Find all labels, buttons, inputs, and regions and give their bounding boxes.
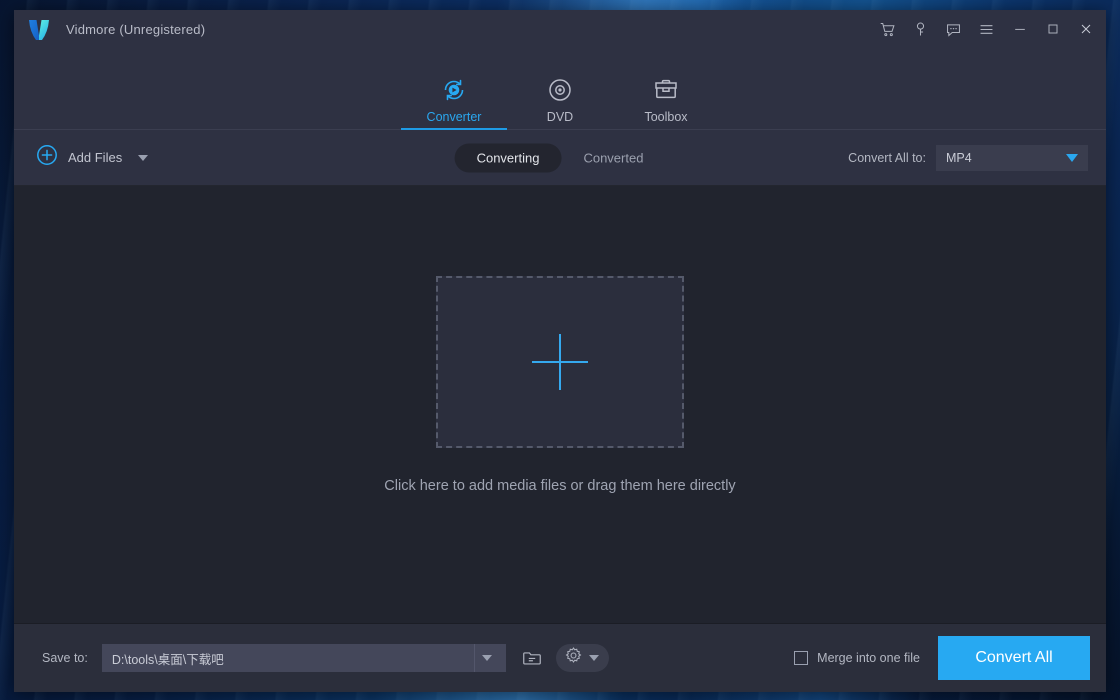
- close-icon[interactable]: [1069, 10, 1102, 48]
- caret-down-icon: [482, 655, 493, 661]
- output-settings-button[interactable]: [555, 644, 609, 672]
- main-content: Click here to add media files or drag th…: [14, 186, 1106, 623]
- segment-converted[interactable]: Converted: [561, 143, 665, 172]
- output-format-select[interactable]: MP4: [936, 144, 1088, 171]
- toolbox-icon: [652, 76, 680, 104]
- key-icon[interactable]: [904, 10, 937, 48]
- tab-dvd[interactable]: DVD: [507, 76, 613, 130]
- title-bar: Vidmore (Unregistered): [14, 10, 1106, 48]
- tab-toolbox[interactable]: Toolbox: [613, 76, 719, 130]
- save-to-label: Save to:: [42, 651, 88, 665]
- converter-icon: [440, 76, 468, 104]
- vidmore-v-logo-icon: [26, 16, 52, 42]
- caret-down-icon: [588, 655, 599, 661]
- tab-dvd-label: DVD: [546, 110, 574, 124]
- application-window: Vidmore (Unregistered) Converter DVD Too…: [14, 10, 1106, 692]
- dropzone-hint-text: Click here to add media files or drag th…: [384, 477, 736, 494]
- tab-converter-label: Converter: [426, 110, 482, 124]
- gear-icon: [564, 646, 583, 670]
- caret-down-icon: [1066, 153, 1078, 162]
- plus-icon: [532, 334, 588, 390]
- maximize-icon[interactable]: [1036, 10, 1069, 48]
- cart-icon[interactable]: [871, 10, 904, 48]
- save-path-value: D:\tools\桌面\下载吧: [111, 652, 224, 667]
- save-path-dropdown-button[interactable]: [473, 644, 500, 672]
- main-navigation: Converter DVD Toolbox: [14, 48, 1106, 130]
- dvd-disc-icon: [546, 76, 574, 104]
- tab-toolbox-label: Toolbox: [644, 110, 688, 124]
- app-title: Vidmore (Unregistered): [66, 21, 206, 37]
- nav-tab-list: Converter DVD Toolbox: [401, 76, 719, 130]
- add-media-dropzone[interactable]: [436, 275, 684, 448]
- menu-icon[interactable]: [970, 10, 1003, 48]
- minimize-icon[interactable]: [1003, 10, 1036, 48]
- chevron-down-icon[interactable]: [138, 154, 149, 161]
- merge-into-one-file-label: Merge into one file: [817, 651, 920, 665]
- output-format-value: MP4: [946, 150, 972, 165]
- plus-circle-icon: [36, 144, 58, 171]
- segment-converting[interactable]: Converting: [454, 143, 562, 172]
- convert-all-to-group: Convert All to: MP4: [848, 144, 1088, 171]
- feedback-icon[interactable]: [937, 10, 970, 48]
- convert-all-button[interactable]: Convert All: [938, 636, 1090, 680]
- merge-into-one-file-checkbox[interactable]: Merge into one file: [794, 651, 920, 665]
- action-toolbar: Add Files Converting Converted Convert A…: [14, 130, 1106, 186]
- bottom-bar: Save to: D:\tools\桌面\下载吧 Merge into one …: [14, 623, 1106, 692]
- add-files-label: Add Files: [68, 150, 123, 165]
- browse-folder-button[interactable]: [518, 644, 546, 672]
- add-files-button[interactable]: Add Files: [36, 144, 149, 171]
- tab-converter[interactable]: Converter: [401, 76, 507, 130]
- window-controls: [871, 10, 1102, 48]
- convert-all-to-label: Convert All to:: [848, 150, 926, 165]
- checkbox-indicator: [794, 651, 809, 665]
- save-path-input[interactable]: D:\tools\桌面\下载吧: [101, 644, 506, 672]
- converting-converted-toggle: Converting Converted: [454, 143, 666, 172]
